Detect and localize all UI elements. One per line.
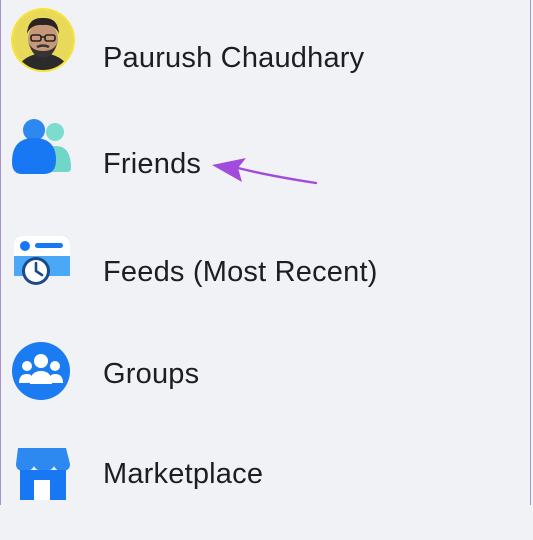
user-avatar — [10, 7, 75, 72]
groups-icon — [10, 338, 72, 400]
marketplace-store-icon — [10, 440, 72, 502]
friends-icon — [10, 110, 72, 174]
menu-item-friends[interactable]: Friends — [0, 110, 533, 210]
menu-item-feeds[interactable]: Feeds (Most Recent) — [0, 228, 533, 328]
menu-item-groups[interactable]: Groups — [0, 338, 533, 438]
profile-name: Paurush Chaudhary — [103, 42, 365, 74]
feeds-label: Feeds (Most Recent) — [103, 256, 378, 288]
menu-item-profile[interactable]: Paurush Chaudhary — [0, 7, 533, 107]
feeds-clock-icon — [10, 228, 72, 290]
groups-label: Groups — [103, 358, 200, 390]
marketplace-label: Marketplace — [103, 458, 264, 490]
menu-item-marketplace[interactable]: Marketplace — [0, 440, 533, 540]
friends-label: Friends — [103, 148, 202, 180]
